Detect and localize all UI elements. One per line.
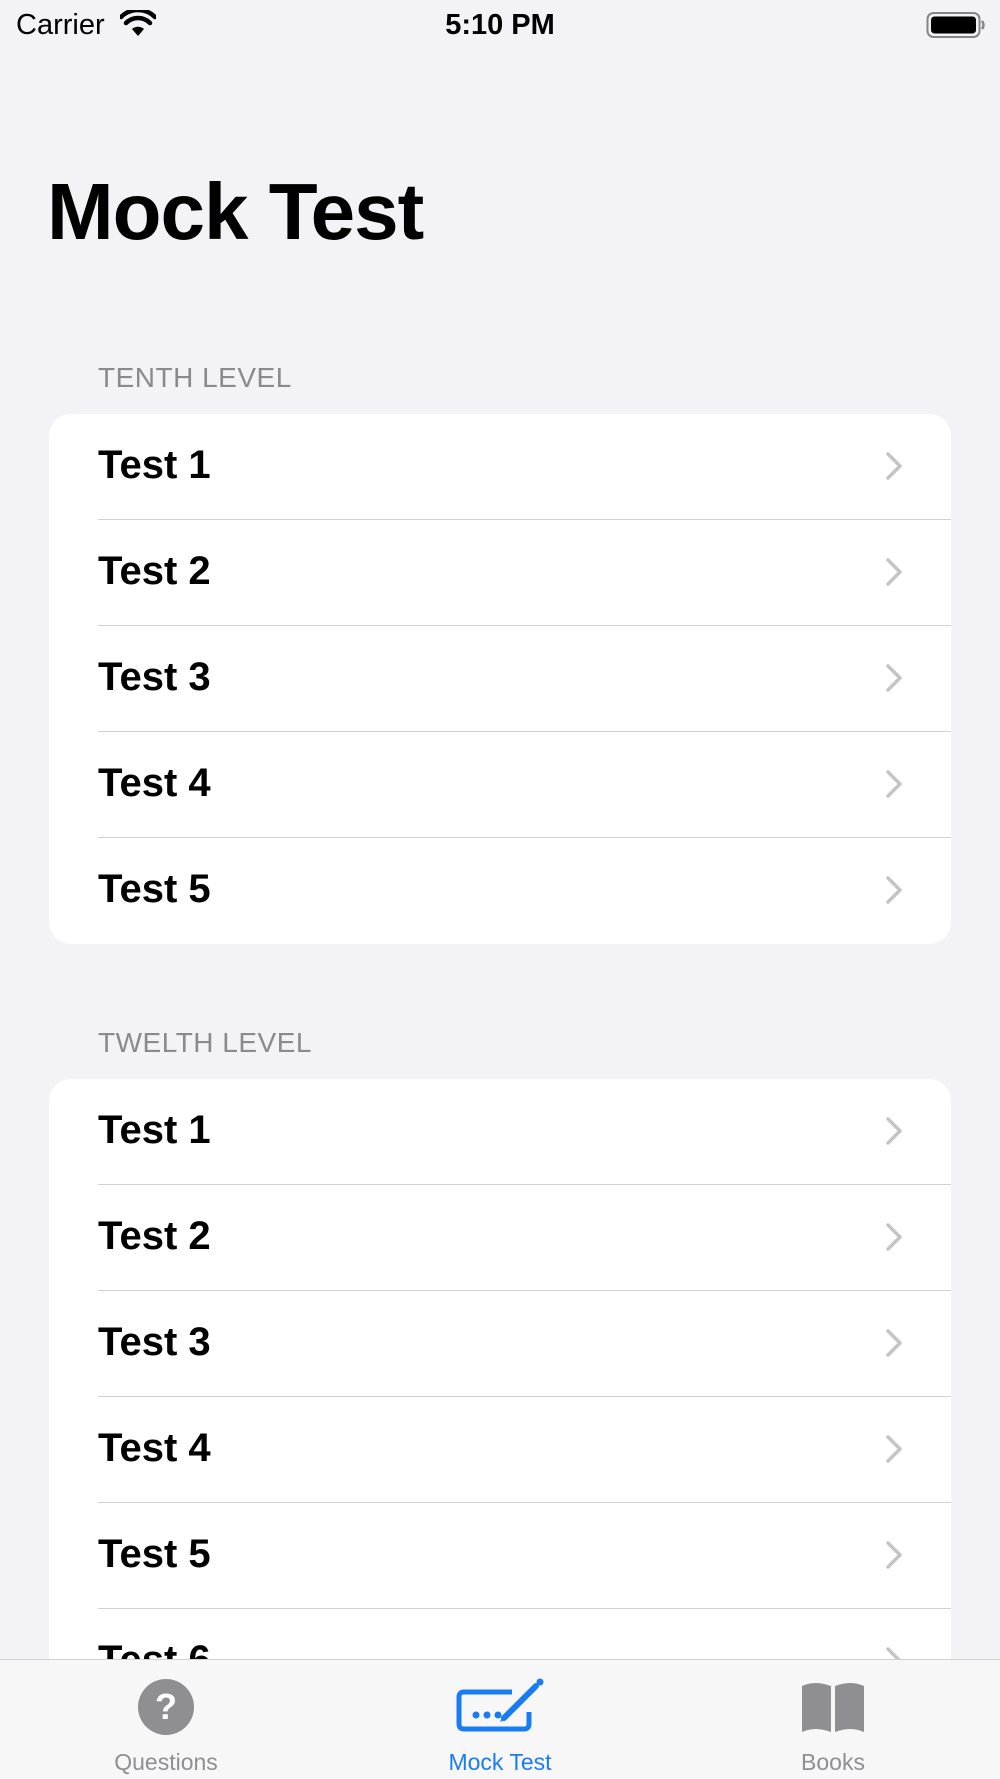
chevron-right-icon bbox=[885, 557, 903, 592]
list-item[interactable]: Test 1 bbox=[49, 414, 951, 520]
list-item-label: Test 2 bbox=[98, 1214, 211, 1258]
tab-bar: ? Questions Mock Test Books bbox=[0, 1659, 1000, 1779]
list-item[interactable]: Test 2 bbox=[49, 1185, 951, 1291]
tab-questions[interactable]: ? Questions bbox=[46, 1660, 286, 1779]
chevron-right-icon bbox=[885, 1116, 903, 1151]
tab-mock-test[interactable]: Mock Test bbox=[380, 1660, 620, 1779]
tab-label-mock-test: Mock Test bbox=[448, 1749, 552, 1775]
tenth-level-list: Test 1 Test 2 Test 3 Test 4 Test 5 bbox=[49, 414, 951, 944]
battery-icon bbox=[926, 11, 986, 44]
chevron-right-icon bbox=[885, 1646, 903, 1659]
list-item-label: Test 1 bbox=[98, 1108, 211, 1152]
tab-label-books: Books bbox=[801, 1749, 865, 1775]
chevron-right-icon bbox=[885, 451, 903, 486]
list-item[interactable]: Test 6 bbox=[49, 1609, 951, 1659]
status-time: 5:10 PM bbox=[445, 9, 555, 41]
list-item[interactable]: Test 5 bbox=[49, 1503, 951, 1609]
list-item[interactable]: Test 3 bbox=[49, 1291, 951, 1397]
list-item-label: Test 4 bbox=[98, 1426, 211, 1470]
tab-label-questions: Questions bbox=[114, 1749, 218, 1775]
list-item[interactable]: Test 4 bbox=[49, 732, 951, 838]
list-item-label: Test 4 bbox=[98, 761, 211, 805]
list-item[interactable]: Test 1 bbox=[49, 1079, 951, 1185]
tab-books[interactable]: Books bbox=[713, 1660, 953, 1779]
chevron-right-icon bbox=[885, 1328, 903, 1363]
section-header-twelth-level: TWELTH LEVEL bbox=[98, 1027, 312, 1058]
list-item-label: Test 6 bbox=[98, 1638, 211, 1659]
chevron-right-icon bbox=[885, 769, 903, 804]
chevron-right-icon bbox=[885, 1540, 903, 1575]
svg-text:?: ? bbox=[155, 1686, 177, 1727]
list-item-label: Test 3 bbox=[98, 1320, 211, 1364]
page-title: Mock Test bbox=[47, 167, 424, 256]
list-item[interactable]: Test 2 bbox=[49, 520, 951, 626]
section-header-tenth-level: TENTH LEVEL bbox=[98, 362, 292, 393]
status-bar: Carrier 5:10 PM bbox=[0, 0, 1000, 52]
twelth-level-list: Test 1 Test 2 Test 3 Test 4 Test 5 Test 6 bbox=[49, 1079, 951, 1659]
list-item-label: Test 5 bbox=[98, 1532, 211, 1576]
chevron-right-icon bbox=[885, 1434, 903, 1469]
chevron-right-icon bbox=[885, 875, 903, 910]
book-icon bbox=[713, 1678, 953, 1736]
list-item-label: Test 5 bbox=[98, 867, 211, 911]
list-item[interactable]: Test 5 bbox=[49, 838, 951, 944]
chevron-right-icon bbox=[885, 663, 903, 698]
keyboard-pencil-icon bbox=[380, 1678, 620, 1736]
list-item-label: Test 2 bbox=[98, 549, 211, 593]
list-item-label: Test 1 bbox=[98, 443, 211, 487]
list-item-label: Test 3 bbox=[98, 655, 211, 699]
chevron-right-icon bbox=[885, 1222, 903, 1257]
list-item[interactable]: Test 4 bbox=[49, 1397, 951, 1503]
question-circle-icon: ? bbox=[46, 1678, 286, 1736]
list-item[interactable]: Test 3 bbox=[49, 626, 951, 732]
